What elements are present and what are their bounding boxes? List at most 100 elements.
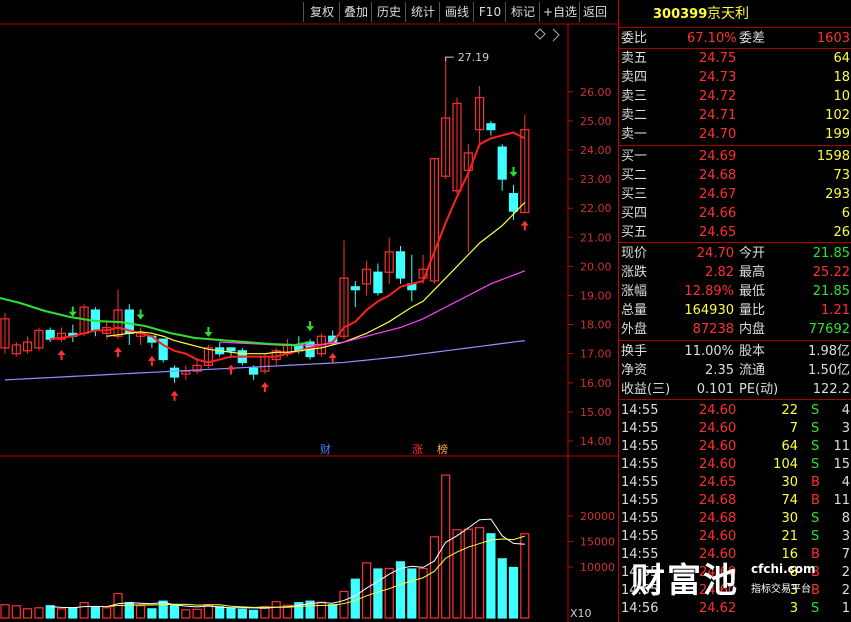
tick-side: S — [811, 403, 820, 418]
weibi-value: 67.10% — [687, 31, 737, 46]
ask-label: 卖一 — [621, 127, 648, 142]
volume-bar — [192, 608, 202, 619]
tick-row: 14:55 24.68 74 B 11 — [619, 491, 851, 510]
stat-label: 换手 — [621, 344, 648, 359]
bid-volume: 26 — [833, 225, 850, 240]
fundamental-row: 净资 2.35 流通 1.50亿 — [619, 361, 851, 380]
bid-row: 买五 24.65 26 — [619, 223, 851, 242]
stat-label: 今开 — [739, 246, 766, 261]
ask-label: 卖三 — [621, 89, 648, 104]
kline-chart-area[interactable]: 复权 叠加 历史 统计 画线 F10 标记 +自选 返回 26.00 25.00 24.00 23.0… — [0, 0, 618, 622]
sell-arrow-icon — [136, 314, 145, 320]
ask-volume: 10 — [833, 89, 850, 104]
stat-value: 2.35 — [705, 363, 734, 378]
bid-volume: 1598 — [816, 149, 850, 164]
volume-bar — [45, 605, 55, 619]
stat-label: 收益(三) — [621, 382, 671, 397]
event-marker: 榜 — [437, 442, 448, 456]
stat-label: 涨幅 — [621, 284, 648, 299]
tick-price: 24.60 — [699, 457, 737, 472]
tick-volume: 64 — [781, 439, 798, 454]
volume-bar — [339, 590, 349, 619]
bid-label: 买二 — [621, 168, 648, 183]
price-tick-label: 25.00 — [580, 115, 612, 128]
volume-bar — [11, 605, 21, 619]
stat-value: 21.85 — [812, 284, 850, 299]
bid-label: 买一 — [621, 149, 648, 164]
high-annotation-label: 27.19 — [458, 51, 490, 64]
buy-arrow-icon — [260, 382, 269, 388]
tick-time: 14:55 — [621, 547, 659, 562]
stat-label: 流通 — [739, 363, 766, 378]
bid-label: 买四 — [621, 206, 648, 221]
tick-side: S — [811, 601, 820, 616]
volume-bar — [56, 608, 67, 619]
sell-arrow-icon — [68, 311, 77, 317]
ask-row: 卖三 24.72 10 — [619, 87, 851, 106]
volume-bar — [136, 605, 146, 619]
sell-arrow-icon — [509, 171, 518, 177]
stat-value: 164930 — [684, 303, 734, 318]
tick-time: 14:55 — [621, 583, 659, 598]
price-tick-label: 22.00 — [580, 202, 612, 215]
tick-row: 14:55 24.65 30 B 4 — [619, 473, 851, 492]
tick-row: 14:55 24.60 8 B 2 — [619, 563, 851, 582]
tick-side: B — [811, 547, 820, 562]
volume-tick-label: 15000 — [580, 535, 615, 548]
bid-price: 24.65 — [699, 225, 737, 240]
candle-body — [508, 193, 519, 212]
tick-volume: 30 — [781, 475, 798, 490]
tick-time: 14:55 — [621, 403, 659, 418]
candle-body — [169, 367, 180, 378]
volume-bar — [429, 536, 439, 619]
bid-volume: 6 — [841, 206, 850, 221]
tick-time: 14:55 — [621, 565, 659, 580]
price-tick-label: 18.00 — [580, 319, 612, 332]
stat-label: 涨跌 — [621, 265, 648, 280]
volume-bar — [215, 606, 225, 619]
volume-bar — [237, 608, 247, 619]
bid-row: 买四 24.66 6 — [619, 204, 851, 223]
tick-count: 3 — [841, 529, 850, 544]
tick-row: 14:56 24.62 3 S 1 — [619, 599, 851, 618]
event-marker: 涨 — [412, 443, 423, 456]
tick-volume: 22 — [781, 403, 798, 418]
stat-label: 总量 — [621, 303, 648, 318]
tick-count: 15 — [833, 457, 850, 472]
buy-arrow-icon — [328, 352, 337, 358]
tick-side: S — [811, 439, 820, 454]
volume-bar — [475, 527, 485, 619]
diamond-icon — [534, 28, 546, 40]
volume-bar — [508, 566, 519, 619]
price-tick-label: 24.00 — [580, 144, 612, 157]
tick-side: B — [811, 475, 820, 490]
tick-price: 24.60 — [699, 547, 737, 562]
volume-bar — [158, 600, 168, 619]
volume-bar — [90, 606, 101, 619]
ask-volume: 102 — [825, 108, 850, 123]
price-tick-label: 19.00 — [580, 290, 612, 303]
bid-price: 24.66 — [699, 206, 737, 221]
ask-row: 卖二 24.71 102 — [619, 106, 851, 125]
volume-bar — [497, 558, 507, 619]
tick-side: B — [811, 565, 820, 580]
volume-unit-label: X10 — [570, 607, 592, 620]
stat-label: 量比 — [739, 303, 766, 318]
tick-row: 14:55 24.60 21 S 3 — [619, 527, 851, 546]
stock-code: 300399 — [653, 7, 708, 22]
candle-body — [373, 271, 383, 294]
price-tick-label: 17.00 — [580, 348, 612, 361]
kline-chart[interactable]: 26.00 25.00 24.00 23.00 22.00 21.00 20.00 19.00… — [0, 0, 618, 622]
bid-label: 买五 — [621, 225, 648, 240]
tick-count: 7 — [841, 547, 850, 562]
tick-count: 2 — [841, 565, 850, 580]
candle-body — [486, 123, 496, 131]
ask-price: 24.71 — [699, 108, 737, 123]
tick-count: 3 — [841, 421, 850, 436]
tick-price: 24.60 — [699, 439, 737, 454]
tick-price: 24.60 — [699, 583, 737, 598]
bid-row: 买二 24.68 73 — [619, 166, 851, 185]
stat-value: 2.82 — [705, 265, 734, 280]
ask-row: 卖一 24.70 199 — [619, 125, 851, 144]
tick-volume: 30 — [781, 511, 798, 526]
